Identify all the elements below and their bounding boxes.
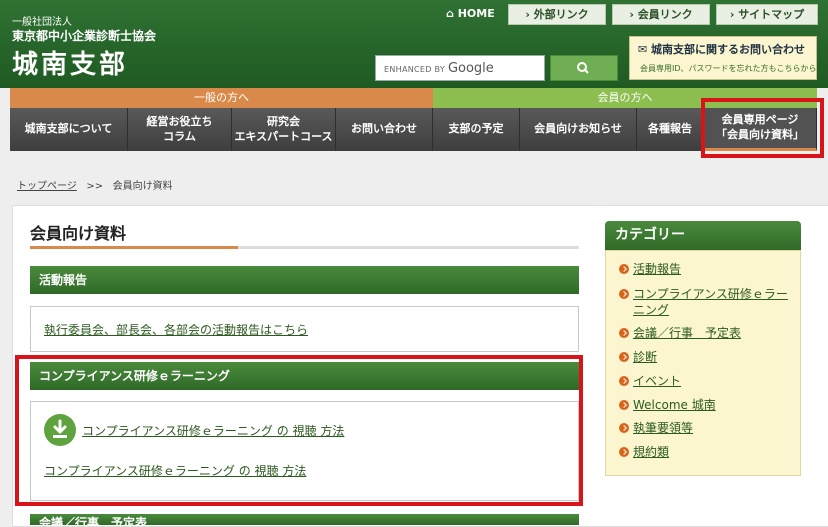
nav-reports[interactable]: 各種報告 <box>637 108 704 151</box>
arrow-circle-icon <box>619 289 629 299</box>
breadcrumb-separator: >> <box>86 181 104 192</box>
home-icon: ⌂ <box>446 7 458 20</box>
section-heading-compliance: コンプライアンス研修ｅラーニング <box>30 362 579 390</box>
home-link[interactable]: ⌂ HOME <box>446 4 498 24</box>
search-icon <box>577 62 589 74</box>
chevron-right-icon: › <box>525 8 534 21</box>
arrow-circle-icon <box>619 423 629 433</box>
breadcrumb-home-link[interactable]: トップページ <box>17 181 77 192</box>
inquiry-button[interactable]: ✉ 城南支部に関するお問い合わせ 会員専用ID、パスワードを忘れた方もこちらから <box>629 36 817 80</box>
section-heading-activity-reports: 活動報告 <box>30 266 579 294</box>
search-input[interactable]: ENHANCED BY Google <box>375 55 545 81</box>
category-item-diagnosis[interactable]: 診断 <box>619 349 795 365</box>
chevron-right-icon: › <box>729 8 739 21</box>
compliance-elearning-link-text[interactable]: コンプライアンス研修ｅラーニング の 視聴 方法 <box>44 462 306 479</box>
arrow-circle-icon <box>619 447 629 457</box>
page-title: 会員向け資料 <box>30 224 127 243</box>
category-item-compliance[interactable]: コンプライアンス研修ｅラーニング <box>619 286 795 318</box>
section-body-activity-reports: 執行委員会、部長会、各部会の活動報告はこちら <box>30 306 579 352</box>
title-divider-accent <box>30 246 238 249</box>
nav-contact[interactable]: お問い合わせ <box>336 108 433 151</box>
nav-member-materials[interactable]: 会員専用ページ 「会員向け資料」 <box>704 108 817 151</box>
nav-member-heading: 会員の方へ <box>433 88 817 108</box>
section-heading-schedule: 会議／行事 予定表 <box>30 514 579 525</box>
arrow-circle-icon <box>619 352 629 362</box>
mail-icon: ✉ <box>638 43 652 56</box>
nav-schedule[interactable]: 支部の予定 <box>433 108 520 151</box>
category-item-schedule[interactable]: 会議／行事 予定表 <box>619 325 795 341</box>
arrow-circle-icon <box>619 328 629 338</box>
nav-column[interactable]: 経営お役立ち コラム <box>128 108 232 151</box>
search-brand: Google <box>447 61 494 76</box>
search-enhanced-label: ENHANCED BY <box>384 65 446 74</box>
category-item-activity-reports[interactable]: 活動報告 <box>619 261 795 277</box>
branch-logo[interactable]: 城南支部 <box>12 44 128 81</box>
breadcrumb-current: 会員向け資料 <box>112 181 173 192</box>
org-type: 一般社団法人 <box>12 17 72 28</box>
download-icon[interactable] <box>44 414 76 446</box>
search-button[interactable] <box>550 55 618 81</box>
activity-reports-link[interactable]: 執行委員会、部長会、各部会の活動報告はこちら <box>44 321 308 338</box>
main-nav: 城南支部について 経営お役立ち コラム 研究会 エキスパートコース お問い合わせ… <box>10 108 817 151</box>
arrow-circle-icon <box>619 376 629 386</box>
arrow-circle-icon <box>619 264 629 274</box>
external-links-link[interactable]: › 外部リンク <box>508 4 606 25</box>
arrow-circle-icon <box>619 400 629 410</box>
breadcrumb: トップページ >> 会員向け資料 <box>17 177 173 192</box>
category-heading: カテゴリー <box>605 221 801 250</box>
section-body-compliance: コンプライアンス研修ｅラーニング の 視聴 方法 コンプライアンス研修ｅラーニン… <box>30 401 579 501</box>
category-item-welcome[interactable]: Welcome 城南 <box>619 397 795 413</box>
category-item-rules[interactable]: 規約類 <box>619 444 795 460</box>
nav-about[interactable]: 城南支部について <box>10 108 128 151</box>
compliance-elearning-link[interactable]: コンプライアンス研修ｅラーニング の 視聴 方法 <box>82 422 344 439</box>
member-links-link[interactable]: › 会員リンク <box>612 4 710 25</box>
nav-general-heading: 一般の方へ <box>10 88 433 108</box>
category-item-writing-guide[interactable]: 執筆要領等 <box>619 420 795 436</box>
org-name: 東京都中小企業診断士協会 <box>12 29 157 43</box>
nav-study-groups[interactable]: 研究会 エキスパートコース <box>232 108 336 151</box>
chevron-right-icon: › <box>629 8 638 21</box>
inquiry-subtext: 会員専用ID、パスワードを忘れた方もこちらから <box>640 64 817 73</box>
category-item-events[interactable]: イベント <box>619 373 795 389</box>
sitemap-link[interactable]: › サイトマップ <box>716 4 818 25</box>
site-header: 一般社団法人 東京都中小企業診断士協会 城南支部 ⌂ HOME › 外部リンク … <box>0 0 828 88</box>
nav-member-news[interactable]: 会員向けお知らせ <box>520 108 637 151</box>
